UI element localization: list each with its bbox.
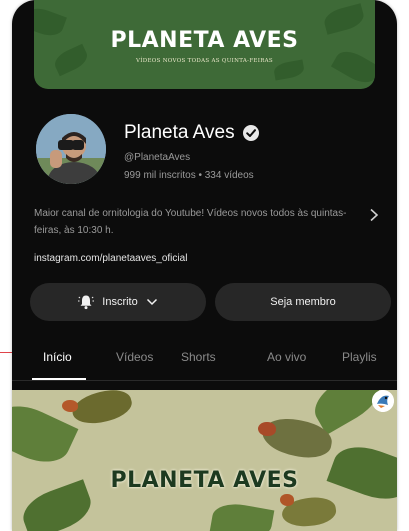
avatar[interactable]: [36, 114, 106, 184]
channel-avatar-badge: [372, 390, 394, 412]
bird-illustration: [280, 494, 294, 506]
tab-ao-vivo[interactable]: Ao vivo: [267, 350, 306, 364]
thumbnail-title: PLANETA AVES: [110, 468, 299, 493]
channel-stats: 999 mil inscritos • 334 vídeos: [124, 170, 254, 181]
bell-icon: [78, 295, 95, 310]
channel-handle: @PlanetaAves: [124, 152, 191, 163]
thumb-leaf: [209, 500, 275, 531]
channel-tabs: Início Vídeos Shorts Ao vivo Playlis: [12, 340, 397, 380]
chevron-right-icon[interactable]: [367, 208, 381, 222]
tab-videos[interactable]: Vídeos: [116, 350, 153, 364]
tab-playlists[interactable]: Playlis: [342, 350, 377, 364]
banner-title: PLANETA AVES: [110, 28, 299, 53]
subscribed-button[interactable]: Inscrito: [30, 283, 206, 321]
banner-subtitle: VÍDEOS NOVOS TODAS AS QUINTA-FEIRAS: [136, 58, 273, 64]
bird-illustration: [69, 390, 135, 430]
phone-screen: PLANETA AVES VÍDEOS NOVOS TODAS AS QUINT…: [12, 0, 397, 531]
channel-banner: PLANETA AVES VÍDEOS NOVOS TODAS AS QUINT…: [34, 0, 375, 89]
verified-check-icon: [242, 125, 259, 141]
bird-illustration: [258, 422, 276, 436]
tabs-divider: [12, 380, 397, 381]
channel-name: Planeta Aves: [124, 122, 235, 143]
channel-description[interactable]: Maior canal de ornitologia do Youtube! V…: [34, 205, 354, 239]
featured-video-thumbnail[interactable]: PLANETA AVES: [12, 390, 397, 531]
tab-shorts[interactable]: Shorts: [181, 350, 216, 364]
member-label: Seja membro: [270, 296, 336, 308]
channel-name-row: Planeta Aves: [124, 122, 259, 144]
bird-illustration: [62, 400, 78, 412]
subscribed-label: Inscrito: [102, 296, 138, 308]
avatar-photo: [36, 114, 106, 184]
tab-inicio[interactable]: Início: [43, 350, 72, 364]
channel-link[interactable]: instagram.com/planetaaves_oficial: [34, 253, 187, 264]
join-membership-button[interactable]: Seja membro: [215, 283, 391, 321]
chevron-down-icon: [146, 298, 157, 306]
